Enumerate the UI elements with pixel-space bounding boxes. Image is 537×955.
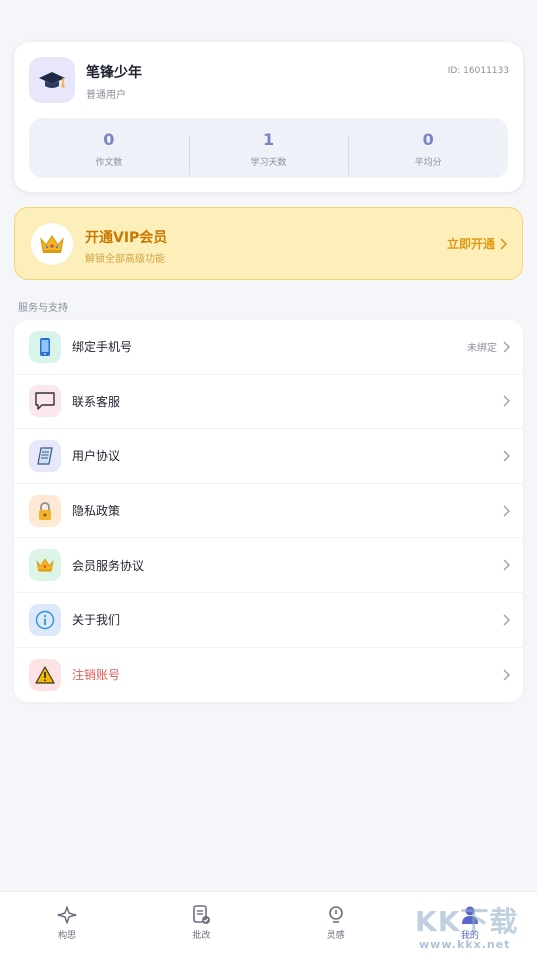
warning-icon: [35, 666, 55, 684]
phone-icon-box: [29, 330, 61, 363]
sparkle-icon: [56, 904, 78, 926]
bind-status: 未绑定: [467, 343, 497, 355]
menu-right: [501, 613, 511, 627]
stat-label: 作文数: [95, 157, 123, 168]
menu-label: 会员服务协议: [72, 558, 145, 573]
tab-label: 灵感: [326, 931, 345, 941]
menu-label: 绑定手机号: [72, 340, 133, 355]
stat-essays[interactable]: 0 作文数: [29, 129, 189, 168]
graduation-cap-icon: [39, 72, 65, 88]
menu-label: 联系客服: [72, 394, 121, 409]
chevron-right-icon: [503, 395, 510, 407]
menu-right: [501, 394, 511, 408]
chevron-right-icon: [503, 341, 510, 353]
stat-value: 1: [262, 129, 275, 149]
tab-label: 批改: [192, 931, 211, 941]
menu-right: [501, 449, 511, 463]
username: 笔锋少年: [86, 65, 142, 81]
vip-banner[interactable]: 开通VIP会员 解锁全部高级功能 立即开通: [14, 207, 523, 280]
info-icon-box: [29, 603, 61, 636]
tab-inspiration[interactable]: 灵感: [269, 892, 403, 955]
menu-item-user-agreement[interactable]: 用户协议: [14, 429, 523, 484]
menu-item-privacy-policy[interactable]: 隐私政策: [14, 484, 523, 539]
profile-card: 笔锋少年 普通用户 ID: 16011133 0 作文数 1 学习天数 0 平均…: [14, 42, 523, 192]
document-icon-box: [29, 439, 61, 472]
chevron-right-icon: [503, 559, 510, 571]
chevron-right-icon: [503, 614, 510, 626]
stat-value: 0: [103, 129, 115, 149]
watermark: KK下载 www.kkx.net: [415, 900, 535, 955]
stat-value: 0: [422, 129, 434, 149]
warning-icon-box: [29, 658, 61, 691]
vip-title: 开通VIP会员: [85, 230, 168, 246]
menu-label: 用户协议: [72, 449, 121, 464]
menu-right: [501, 668, 511, 682]
chevron-right-icon: [503, 505, 510, 517]
watermark-text: KK下载: [415, 905, 519, 938]
user-id: ID: 16011133: [447, 66, 509, 76]
menu-item-customer-service[interactable]: 联系客服: [14, 375, 523, 430]
menu-label: 隐私政策: [72, 504, 121, 519]
bulb-icon: [325, 904, 347, 926]
menu-item-bind-phone[interactable]: 绑定手机号 未绑定: [14, 320, 523, 375]
chevron-right-icon: [503, 450, 510, 462]
chevron-right-icon: [503, 669, 510, 681]
menu-item-about-us[interactable]: 关于我们: [14, 593, 523, 648]
crown-icon: [40, 235, 64, 253]
menu-item-membership-agreement[interactable]: 会员服务协议: [14, 538, 523, 593]
lock-icon: [39, 501, 51, 520]
tab-ideas[interactable]: 构思: [0, 892, 134, 955]
lock-icon-box: [29, 494, 61, 527]
menu-item-delete-account[interactable]: 注销账号: [14, 648, 523, 702]
menu-label: 关于我们: [72, 613, 121, 628]
menu-list: 绑定手机号 未绑定 联系客服 用户协议 隐私政策 会员服务协议 关于我们 注销账…: [14, 320, 523, 702]
menu-right: [501, 558, 511, 572]
document-icon: [37, 447, 53, 465]
chat-icon: [35, 392, 55, 411]
tab-review[interactable]: 批改: [134, 892, 268, 955]
stat-label: 平均分: [414, 157, 442, 168]
crown-icon-box: [29, 549, 61, 582]
crown-icon: [36, 558, 54, 572]
stat-study-days[interactable]: 1 学习天数: [188, 129, 349, 175]
vip-open-button[interactable]: 立即开通: [447, 235, 508, 252]
vip-subtitle: 解锁全部高级功能: [85, 254, 165, 265]
stat-label: 学习天数: [250, 157, 287, 168]
avatar[interactable]: [29, 57, 75, 103]
section-title: 服务与支持: [18, 303, 68, 314]
chat-icon-box: [29, 385, 61, 418]
watermark-url: www.kkx.net: [419, 938, 511, 951]
menu-right: [501, 504, 511, 518]
phone-icon: [40, 337, 50, 356]
vip-icon-circle: [31, 223, 73, 265]
info-icon: [35, 610, 55, 629]
vip-open-label: 立即开通: [446, 237, 495, 251]
stats-panel: 0 作文数 1 学习天数 0 平均分: [29, 118, 508, 178]
review-icon: [190, 904, 212, 926]
chevron-right-icon: [500, 237, 508, 250]
stat-average-score[interactable]: 0 平均分: [348, 129, 508, 175]
menu-right: 未绑定: [467, 339, 511, 354]
user-type: 普通用户: [86, 90, 126, 101]
tab-label: 构思: [58, 931, 77, 941]
menu-label: 注销账号: [72, 668, 121, 683]
